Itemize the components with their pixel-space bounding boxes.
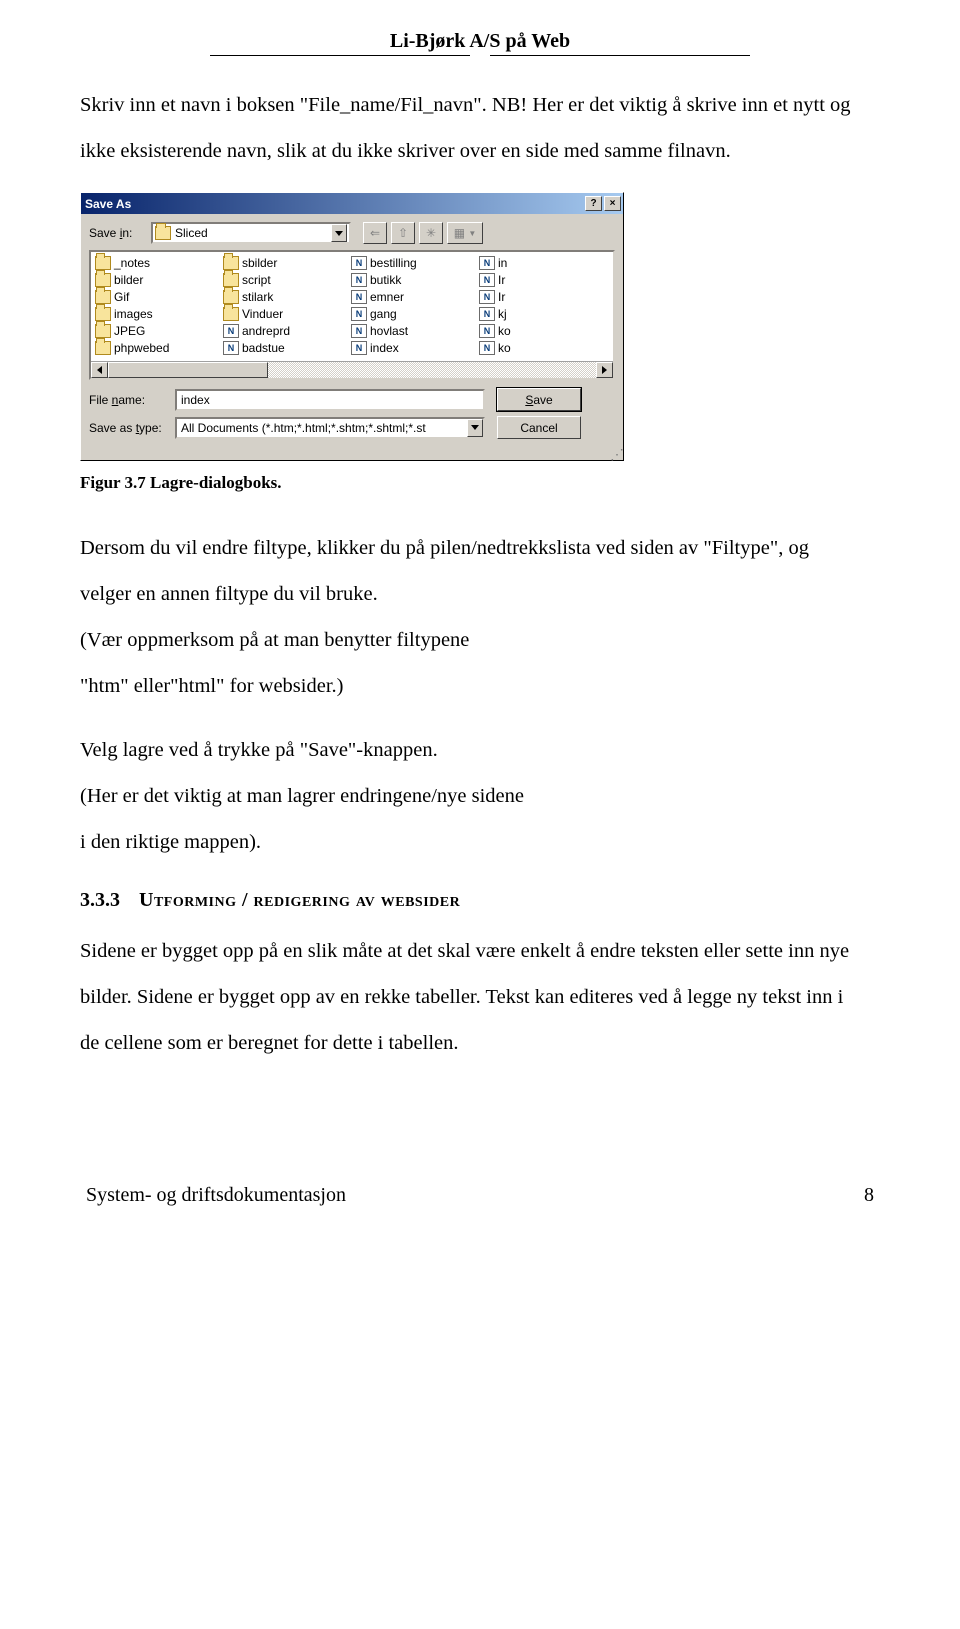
filename-label: File name: xyxy=(89,393,175,407)
cancel-button[interactable]: Cancel xyxy=(497,416,581,439)
savein-dropdown[interactable]: Sliced xyxy=(151,222,351,244)
folder-item[interactable]: _notes xyxy=(93,254,221,271)
folder-icon xyxy=(95,273,111,287)
close-button[interactable]: × xyxy=(604,196,621,211)
page-footer: System- og driftsdokumentasjon 8 xyxy=(80,1184,880,1207)
folder-icon xyxy=(95,256,111,270)
folder-icon xyxy=(223,256,239,270)
folder-icon xyxy=(95,324,111,338)
footer-left: System- og driftsdokumentasjon xyxy=(86,1184,346,1207)
horizontal-scrollbar[interactable] xyxy=(91,361,613,378)
saveastype-dropdown[interactable]: All Documents (*.htm;*.html;*.shtm;*.sht… xyxy=(175,417,485,439)
back-button[interactable]: ⇐ xyxy=(363,222,387,244)
save-button[interactable]: Save xyxy=(497,388,581,411)
netscape-file-icon: N xyxy=(351,290,367,304)
netscape-file-icon: N xyxy=(351,256,367,270)
saveastype-label: Save as type: xyxy=(89,421,175,435)
header-rule xyxy=(80,55,880,56)
file-item[interactable]: NIr xyxy=(477,288,605,305)
file-item[interactable]: Nindex xyxy=(349,339,477,356)
file-item[interactable]: Nandreprd xyxy=(221,322,349,339)
view-menu-button[interactable]: ▦ ▼ xyxy=(447,222,483,244)
netscape-file-icon: N xyxy=(479,290,495,304)
folder-open-icon xyxy=(155,226,171,240)
folder-item[interactable]: Vinduer xyxy=(221,305,349,322)
netscape-file-icon: N xyxy=(351,341,367,355)
dialog-titlebar[interactable]: Save As ? × xyxy=(81,193,623,214)
folder-icon xyxy=(95,290,111,304)
figure-caption: Figur 3.7 Lagre-dialogboks. xyxy=(80,473,880,493)
footer-page-number: 8 xyxy=(864,1184,874,1207)
scroll-thumb[interactable] xyxy=(108,362,268,378)
body-paragraph-1: Dersom du vil endre filtype, klikker du … xyxy=(80,527,880,707)
netscape-file-icon: N xyxy=(479,307,495,321)
netscape-file-icon: N xyxy=(479,324,495,338)
file-item[interactable]: Nemner xyxy=(349,288,477,305)
file-item[interactable]: Nbestilling xyxy=(349,254,477,271)
intro-paragraph: Skriv inn et navn i boksen "File_name/Fi… xyxy=(80,84,880,172)
dialog-title: Save As xyxy=(85,197,583,211)
help-button[interactable]: ? xyxy=(585,196,602,211)
folder-item[interactable]: bilder xyxy=(93,271,221,288)
netscape-file-icon: N xyxy=(479,256,495,270)
folder-item[interactable]: stilark xyxy=(221,288,349,305)
chevron-down-icon[interactable] xyxy=(467,419,483,437)
netscape-file-icon: N xyxy=(479,341,495,355)
scroll-left-button[interactable] xyxy=(91,362,108,378)
file-item[interactable]: Nhovlast xyxy=(349,322,477,339)
file-item[interactable]: Nkj xyxy=(477,305,605,322)
resize-grip-icon[interactable]: ⋰ xyxy=(81,450,623,460)
folder-icon xyxy=(95,341,111,355)
save-as-dialog: Save As ? × Save in: Sliced ⇐ ⇧ ✳ xyxy=(80,192,624,461)
file-item[interactable]: NIr xyxy=(477,271,605,288)
folder-item[interactable]: sbilder xyxy=(221,254,349,271)
file-item[interactable]: Nbutikk xyxy=(349,271,477,288)
savein-label: Save in: xyxy=(89,226,151,240)
section-heading: 3.3.3 Utforming / redigering av websider xyxy=(80,889,880,912)
scroll-right-button[interactable] xyxy=(596,362,613,378)
folder-icon xyxy=(223,273,239,287)
netscape-file-icon: N xyxy=(351,307,367,321)
filename-input[interactable]: index xyxy=(175,389,485,411)
file-item[interactable]: Nko xyxy=(477,339,605,356)
file-item[interactable]: Ngang xyxy=(349,305,477,322)
section-text: Sidene er bygget opp på en slik måte at … xyxy=(80,930,880,1064)
folder-item[interactable]: phpwebed xyxy=(93,339,221,356)
page-header-title: Li-Bjørk A/S på Web xyxy=(80,30,880,53)
file-item[interactable]: Nko xyxy=(477,322,605,339)
file-list-pane[interactable]: _notesbilderGifimagesJPEGphpwebed sbilder… xyxy=(89,250,615,380)
netscape-file-icon: N xyxy=(479,273,495,287)
folder-item[interactable]: Gif xyxy=(93,288,221,305)
netscape-file-icon: N xyxy=(351,324,367,338)
file-item[interactable]: Nbadstue xyxy=(221,339,349,356)
netscape-file-icon: N xyxy=(223,341,239,355)
folder-item[interactable]: JPEG xyxy=(93,322,221,339)
up-one-level-button[interactable]: ⇧ xyxy=(391,222,415,244)
folder-item[interactable]: script xyxy=(221,271,349,288)
netscape-file-icon: N xyxy=(351,273,367,287)
folder-icon xyxy=(223,307,239,321)
file-item[interactable]: Nin xyxy=(477,254,605,271)
new-folder-button[interactable]: ✳ xyxy=(419,222,443,244)
folder-item[interactable]: images xyxy=(93,305,221,322)
folder-icon xyxy=(223,290,239,304)
savein-value: Sliced xyxy=(175,226,331,240)
folder-icon xyxy=(95,307,111,321)
netscape-file-icon: N xyxy=(223,324,239,338)
chevron-down-icon[interactable] xyxy=(331,224,347,242)
body-paragraph-2: Velg lagre ved å trykke på "Save"-knappe… xyxy=(80,729,880,863)
